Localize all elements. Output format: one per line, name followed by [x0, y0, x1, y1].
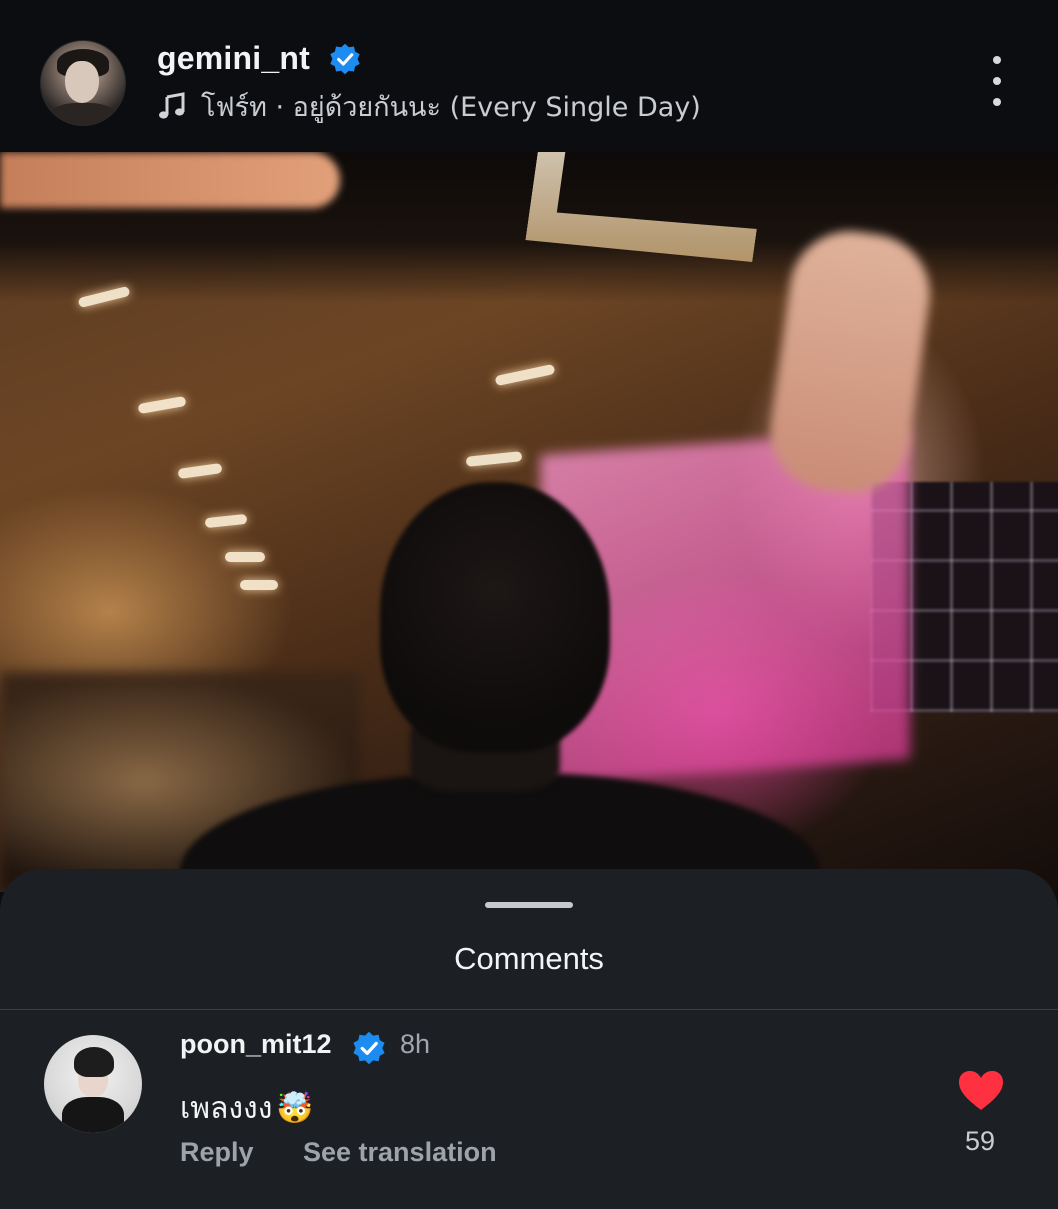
author-username[interactable]: gemini_nt	[157, 40, 310, 77]
sheet-drag-handle[interactable]	[485, 902, 573, 908]
music-label: โฟร์ท · อยู่ด้วยกันนะ (Every Single Day)	[201, 91, 701, 123]
comment-timestamp: 8h	[400, 1029, 431, 1059]
avatar-body	[47, 103, 119, 125]
music-note-icon	[159, 92, 185, 119]
comment-body: เพลงงง	[180, 1091, 273, 1126]
photo-ceiling-light	[225, 552, 265, 562]
avatar-body	[62, 1097, 124, 1133]
photo-ceiling-light	[494, 363, 556, 387]
photo-ceiling-light	[177, 462, 223, 480]
more-dot	[993, 77, 1001, 85]
more-vertical-icon[interactable]	[984, 56, 1010, 106]
avatar-hair	[74, 1047, 114, 1077]
comment-emoji: 🤯	[276, 1090, 314, 1126]
author-avatar[interactable]	[40, 40, 126, 126]
music-info[interactable]: โฟร์ท · อยู่ด้วยกันนะ (Every Single Day)	[157, 88, 701, 124]
post-header: gemini_nt โฟร์ท · อยู่ด้วยกันนะ (Every S…	[0, 0, 1058, 152]
photo-person-head	[380, 482, 610, 752]
reply-button[interactable]: Reply	[180, 1137, 254, 1168]
more-dot	[993, 98, 1001, 106]
post-photo[interactable]	[0, 152, 1058, 892]
comments-title: Comments	[454, 941, 604, 976]
heart-icon[interactable]	[958, 1070, 1004, 1112]
commenter-avatar[interactable]	[44, 1035, 142, 1133]
sheet-divider	[0, 1009, 1058, 1010]
verified-badge-icon	[330, 43, 360, 75]
photo-ceiling-light	[465, 451, 523, 467]
comment-text: เพลงงง 🤯	[180, 1085, 314, 1132]
photo-ceiling-light	[137, 395, 187, 415]
avatar-face	[65, 61, 99, 103]
photo-ceiling-light	[240, 580, 278, 590]
photo-arm-top	[0, 152, 340, 208]
see-translation-button[interactable]: See translation	[303, 1137, 497, 1168]
verified-badge-icon	[353, 1031, 385, 1065]
comment-username[interactable]: poon_mit12	[180, 1029, 332, 1060]
like-count: 59	[964, 1126, 996, 1156]
more-dot	[993, 56, 1001, 64]
photo-ceiling-light	[204, 513, 248, 529]
comments-sheet: Comments poon_mit12 8h เพลงงง 🤯 Reply Se…	[0, 869, 1058, 1209]
